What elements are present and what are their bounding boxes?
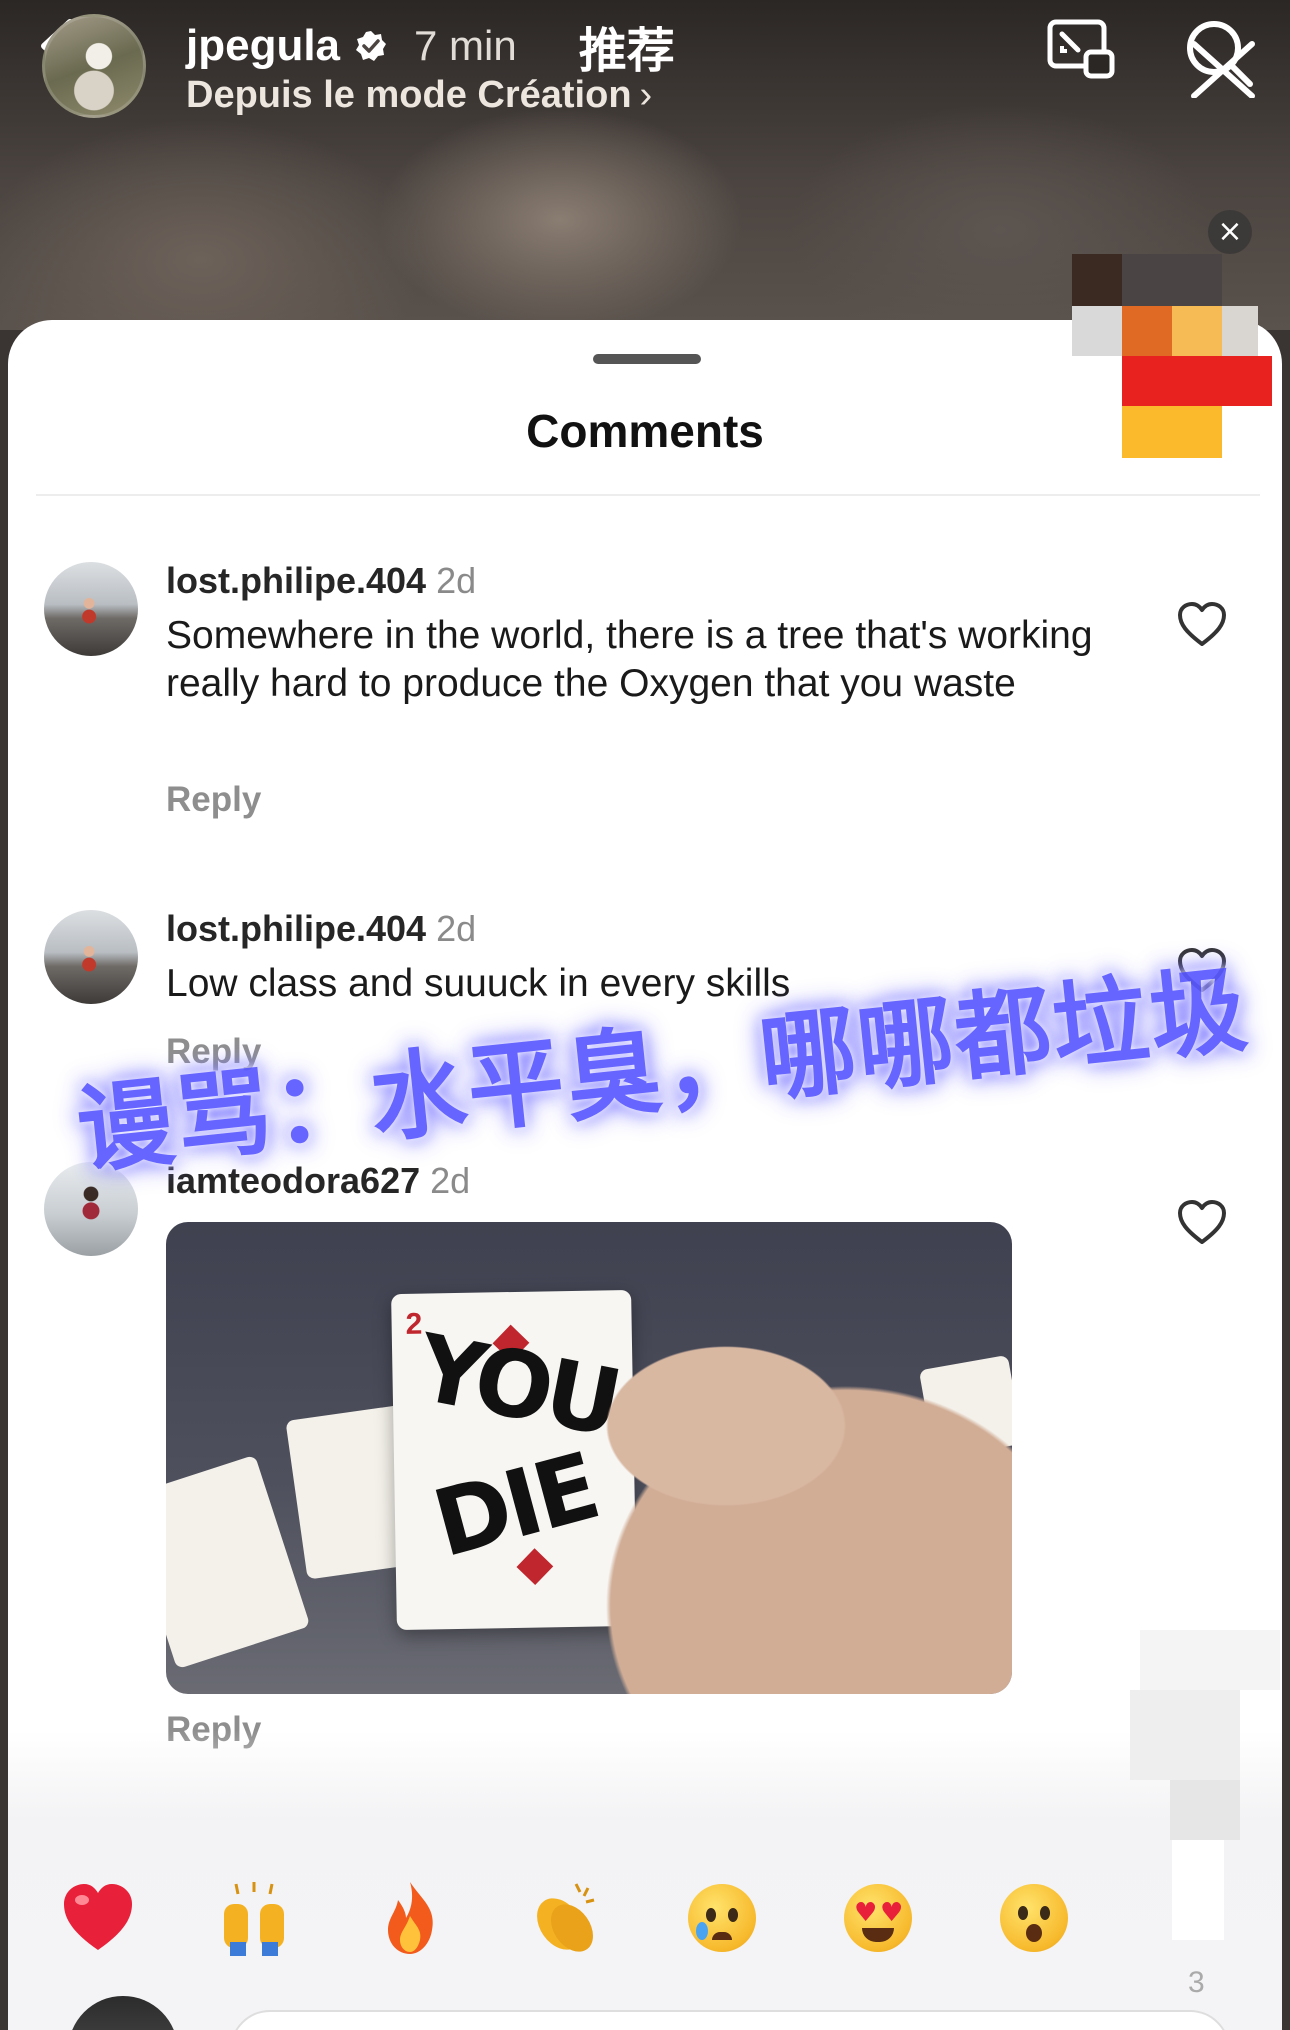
like-heart-icon[interactable] bbox=[1176, 1198, 1228, 1246]
commenter-avatar[interactable] bbox=[44, 562, 138, 656]
table-card bbox=[166, 1454, 311, 1670]
pixelated-mosaic bbox=[1072, 254, 1272, 458]
author-avatar[interactable] bbox=[42, 14, 146, 118]
clapping-hands-icon[interactable] bbox=[526, 1878, 606, 1958]
heart-eyes-face-icon[interactable]: ♥ ♥ bbox=[838, 1878, 918, 1958]
crying-face-icon[interactable] bbox=[682, 1878, 762, 1958]
picture-in-picture-icon[interactable] bbox=[1046, 18, 1116, 82]
raised-hands-icon[interactable] bbox=[214, 1878, 294, 1958]
card-text-line2: DIE bbox=[422, 1432, 607, 1579]
comment-input[interactable] bbox=[230, 2010, 1230, 2030]
source-link[interactable]: Depuis le mode Création › bbox=[186, 74, 652, 117]
close-overlay-button[interactable]: × bbox=[1208, 210, 1252, 254]
chevron-right-icon: › bbox=[639, 74, 653, 116]
page-counter: 3 bbox=[1188, 1966, 1205, 1999]
comment-gif[interactable]: 2 YOU DIE bbox=[166, 1222, 1012, 1694]
like-heart-icon[interactable] bbox=[1176, 600, 1228, 648]
comment-text: Somewhere in the world, there is a tree … bbox=[166, 614, 1093, 705]
playing-card: 2 YOU DIE bbox=[391, 1289, 637, 1631]
comment-username[interactable]: lost.philipe.404 bbox=[166, 560, 426, 601]
comment-age: 2d bbox=[436, 908, 477, 949]
surprised-face-icon[interactable] bbox=[994, 1878, 1074, 1958]
comment-age: 2d bbox=[436, 560, 477, 601]
comment-username[interactable]: lost.philipe.404 bbox=[166, 908, 426, 949]
sheet-drag-handle[interactable] bbox=[593, 354, 701, 364]
red-heart-icon[interactable] bbox=[58, 1878, 138, 1958]
comment-header: lost.philipe.404 2d bbox=[166, 908, 476, 950]
commenter-avatar[interactable] bbox=[44, 910, 138, 1004]
story-header: jpegula 7 min 推荐 Depuis le mode Création… bbox=[0, 0, 1290, 130]
fire-icon[interactable] bbox=[370, 1878, 450, 1958]
source-label: Depuis le mode Création bbox=[186, 74, 632, 116]
author-line: jpegula 7 min 推荐 bbox=[186, 16, 675, 79]
comment-header: lost.philipe.404 2d bbox=[166, 560, 476, 602]
divider bbox=[36, 494, 1260, 496]
emoji-quick-bar: ♥ ♥ bbox=[50, 1878, 1230, 1958]
search-close-icon[interactable] bbox=[1180, 14, 1260, 98]
tab-recommend[interactable]: 推荐 bbox=[579, 11, 675, 81]
verified-badge-icon bbox=[356, 31, 387, 61]
reply-button[interactable]: Reply bbox=[166, 780, 261, 820]
hand-image bbox=[606, 1306, 1012, 1694]
author-name[interactable]: jpegula bbox=[186, 21, 340, 71]
post-time: 7 min bbox=[414, 22, 517, 69]
